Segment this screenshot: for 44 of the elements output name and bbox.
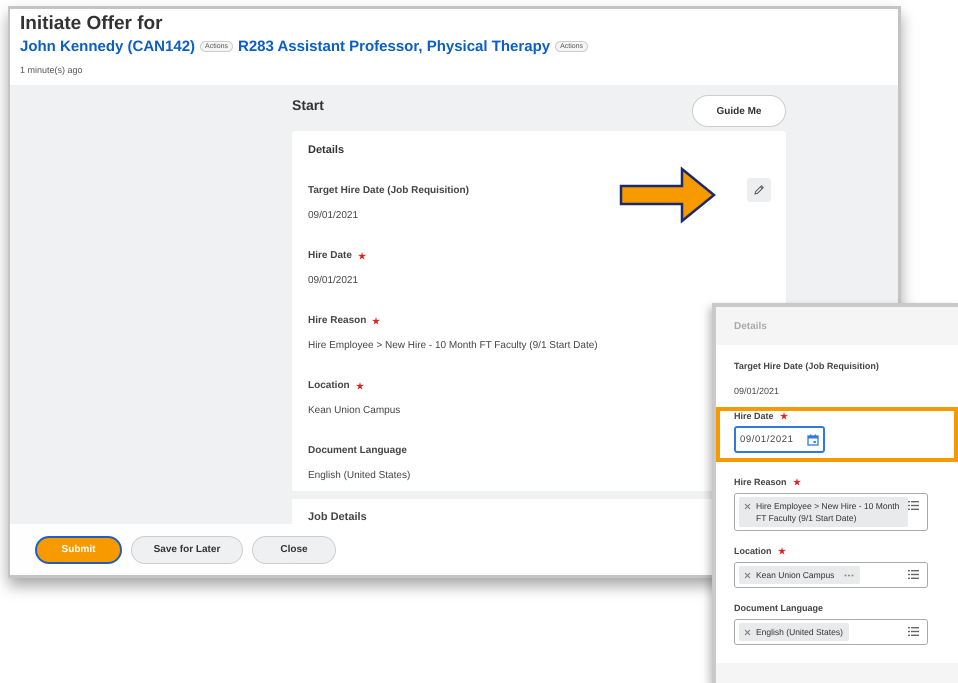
- remove-icon[interactable]: [744, 503, 751, 510]
- footer-button[interactable]: Close: [252, 536, 336, 564]
- calendar-icon[interactable]: [807, 434, 819, 446]
- field-value: Kean Union Campus: [308, 405, 400, 416]
- field-label: Location: [308, 380, 350, 391]
- section-title: Details: [308, 144, 346, 156]
- field-label: Document Language: [308, 445, 407, 456]
- field-value: 09/01/2021: [308, 210, 358, 221]
- field-label: Target Hire Date (Job Requisition): [308, 185, 469, 196]
- worker-link[interactable]: John Kennedy (CAN142): [20, 38, 196, 55]
- selected-chip: Hire Employee > New Hire - 10 Month FT Faculty (9/1 Start Date): [739, 497, 908, 527]
- more-icon[interactable]: [844, 574, 854, 577]
- footer-button[interactable]: Save for Later: [131, 536, 243, 564]
- field-label: Hire Reason: [734, 477, 787, 487]
- field-label: Target Hire Date (Job Requisition): [734, 361, 879, 371]
- section-title: Job Details: [308, 511, 367, 523]
- field-value: English (United States): [308, 470, 410, 481]
- multiselect-field[interactable]: English (United States): [734, 619, 928, 645]
- selected-chip: Kean Union Campus: [739, 566, 860, 584]
- field-label: Hire Date: [308, 250, 352, 261]
- selected-chip: English (United States): [739, 623, 849, 641]
- remove-icon[interactable]: [744, 629, 751, 636]
- pencil-icon: [753, 184, 765, 196]
- multiselect-field[interactable]: Kean Union Campus: [734, 562, 928, 588]
- remove-icon[interactable]: [744, 572, 751, 579]
- field-label: Location: [734, 546, 772, 556]
- edit-button[interactable]: [747, 178, 771, 202]
- field-value: Hire Employee > New Hire - 10 Month FT Faculty (9/1 Start Date): [308, 340, 598, 351]
- guide-me-button[interactable]: Guide Me: [692, 95, 786, 127]
- list-icon[interactable]: [908, 570, 919, 579]
- worker-link[interactable]: R283 Assistant Professor, Physical Therapy: [238, 38, 550, 55]
- timestamp: 1 minute(s) ago: [20, 65, 84, 75]
- field-label: Hire Reason: [308, 315, 366, 326]
- field-label: Hire Date: [734, 411, 774, 421]
- field-value: 09/01/2021: [308, 275, 358, 286]
- list-icon[interactable]: [908, 627, 919, 636]
- window-title: Initiate Offer for: [20, 13, 164, 35]
- field-value: 09/01/2021: [734, 386, 780, 396]
- multiselect-field[interactable]: Hire Employee > New Hire - 10 Month FT Faculty (9/1 Start Date): [734, 493, 928, 531]
- page-heading: Start: [292, 97, 324, 113]
- section-title: Details: [733, 320, 768, 334]
- list-icon[interactable]: [908, 501, 919, 510]
- date-input[interactable]: 09/01/2021: [734, 426, 825, 453]
- field-label: Document Language: [734, 603, 824, 613]
